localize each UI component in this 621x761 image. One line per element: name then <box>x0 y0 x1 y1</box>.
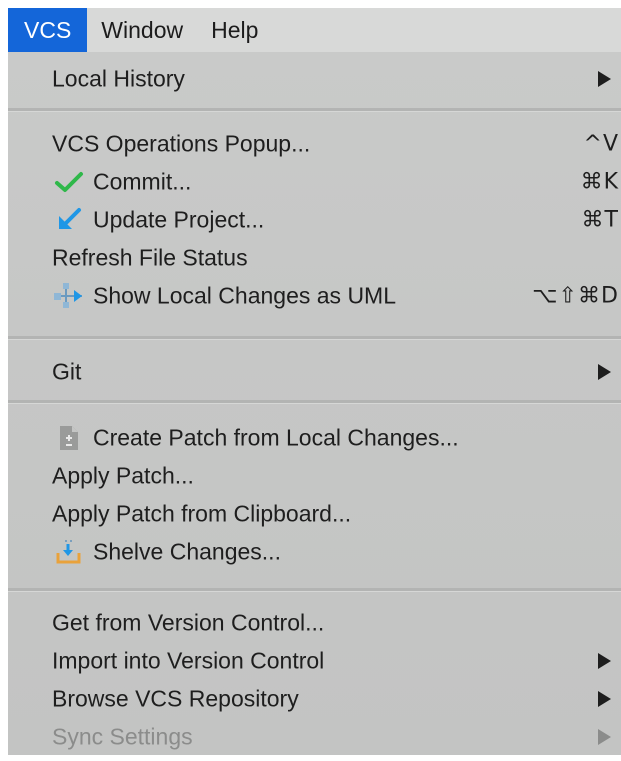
menu-item-label: Update Project... <box>93 206 265 233</box>
menubar-item-vcs[interactable]: VCS <box>8 8 88 52</box>
menu-item-label: VCS Operations Popup... <box>52 130 311 157</box>
patch-file-icon <box>52 423 86 453</box>
vcs-dropdown-menu: Local History VCS Operations Popup... ^V… <box>8 52 621 755</box>
menu-item-create-patch[interactable]: Create Patch from Local Changes... <box>8 419 621 457</box>
menu-item-shortcut: ⌥⇧⌘D <box>532 283 619 309</box>
menu-separator <box>8 588 621 592</box>
checkmark-icon <box>52 167 86 197</box>
menu-item-label: Apply Patch from Clipboard... <box>52 500 352 527</box>
menubar-item-label: Window <box>101 16 184 43</box>
menu-separator <box>8 400 621 404</box>
menu-item-local-history[interactable]: Local History <box>8 60 621 98</box>
menu-item-git[interactable]: Git <box>8 353 621 391</box>
menubar-item-help[interactable]: Help <box>197 8 272 52</box>
screen: VCS Window Help Local History VCS Operat… <box>0 0 621 761</box>
menu-separator <box>8 108 621 112</box>
menu-item-label: Get from Version Control... <box>52 609 325 636</box>
submenu-arrow-icon <box>598 691 611 707</box>
menubar-item-label: Help <box>211 16 259 43</box>
menu-item-get-from-version-control[interactable]: Get from Version Control... <box>8 604 621 642</box>
menu-item-update-project[interactable]: Update Project... ⌘T <box>8 201 621 239</box>
menu-item-label: Shelve Changes... <box>93 538 281 565</box>
menu-item-apply-patch-from-clipboard[interactable]: Apply Patch from Clipboard... <box>8 495 621 533</box>
menu-item-browse-vcs-repository[interactable]: Browse VCS Repository <box>8 680 621 718</box>
menu-item-label: Sync Settings <box>52 723 193 750</box>
menu-item-vcs-operations-popup[interactable]: VCS Operations Popup... ^V <box>8 125 621 163</box>
menu-item-shelve-changes[interactable]: Shelve Changes... <box>8 533 621 571</box>
menu-item-import-into-version-control[interactable]: Import into Version Control <box>8 642 621 680</box>
menu-item-shortcut: ⌘T <box>581 207 619 233</box>
menu-item-apply-patch[interactable]: Apply Patch... <box>8 457 621 495</box>
menubar-item-window[interactable]: Window <box>87 8 197 52</box>
menu-item-label: Commit... <box>93 168 192 195</box>
menu-bar: VCS Window Help <box>8 8 621 52</box>
menu-item-label: Create Patch from Local Changes... <box>93 424 459 451</box>
menu-item-label: Import into Version Control <box>52 647 325 674</box>
menu-item-shortcut: ^V <box>583 131 619 157</box>
menu-item-label: Refresh File Status <box>52 244 248 271</box>
menu-item-sync-settings: Sync Settings <box>8 718 621 756</box>
submenu-arrow-icon <box>598 71 611 87</box>
menu-separator <box>8 336 621 340</box>
submenu-arrow-icon <box>598 653 611 669</box>
menu-item-label: Local History <box>52 65 185 92</box>
submenu-arrow-icon <box>598 729 611 745</box>
menu-item-label: Browse VCS Repository <box>52 685 299 712</box>
menu-item-commit[interactable]: Commit... ⌘K <box>8 163 621 201</box>
uml-diagram-icon <box>52 281 86 311</box>
menu-item-shortcut: ⌘K <box>580 169 619 195</box>
shelve-icon <box>52 537 86 567</box>
menu-item-show-local-changes-uml[interactable]: Show Local Changes as UML ⌥⇧⌘D <box>8 277 621 315</box>
update-arrow-icon <box>52 205 86 235</box>
menu-item-label: Git <box>52 358 82 385</box>
menu-item-label: Apply Patch... <box>52 462 194 489</box>
menu-item-label: Show Local Changes as UML <box>93 282 396 309</box>
submenu-arrow-icon <box>598 364 611 380</box>
menubar-item-label: VCS <box>24 16 72 43</box>
menu-item-refresh-file-status[interactable]: Refresh File Status <box>8 239 621 277</box>
